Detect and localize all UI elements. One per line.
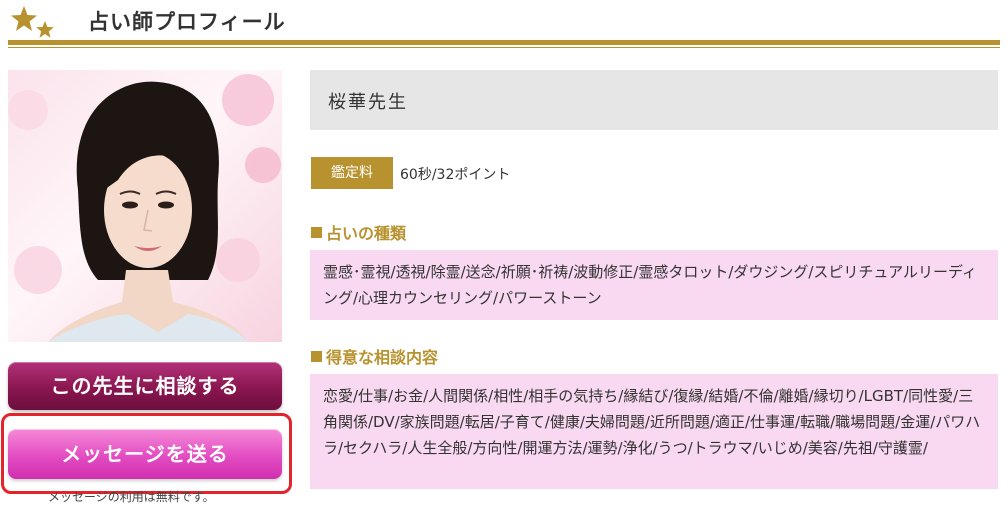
- consult-button[interactable]: この先生に相談する: [8, 362, 282, 410]
- fee-value: 60秒/32ポイント: [400, 167, 511, 183]
- square-bullet-icon: [311, 227, 322, 238]
- specialty-box: 恋愛/仕事/お金/人間関係/相性/相手の気持ち/縁結び/復縁/結婚/不倫/離婚/…: [310, 374, 998, 489]
- message-note: メッセージの利用は無料です。: [48, 490, 215, 504]
- types-text: 霊感･霊視/透視/除霊/送念/祈願･祈祷/波動修正/霊感タロット/ダウジング/ス…: [323, 263, 977, 307]
- fee-badge: 鑑定料: [311, 157, 393, 189]
- section-heading-types: 占いの種類: [311, 220, 406, 244]
- stars-icon: [11, 6, 54, 38]
- header-divider: [8, 40, 1000, 45]
- section-heading-specialty-label: 得意な相談内容: [326, 348, 439, 367]
- square-bullet-icon: [311, 351, 322, 362]
- section-heading-types-label: 占いの種類: [326, 224, 407, 243]
- specialty-text: 恋愛/仕事/お金/人間関係/相性/相手の気持ち/縁結び/復縁/結婚/不倫/離婚/…: [323, 387, 981, 457]
- types-box: 霊感･霊視/透視/除霊/送念/祈願･祈祷/波動修正/霊感タロット/ダウジング/ス…: [310, 250, 998, 320]
- header-divider-thin: [8, 47, 1000, 48]
- send-message-button[interactable]: メッセージを送る: [8, 429, 282, 479]
- fortune-teller-photo: [8, 70, 282, 342]
- page-title: 占い師プロフィール: [88, 10, 286, 34]
- page-header: 占い師プロフィール: [0, 0, 1008, 48]
- name-bar: 桜華先生: [310, 70, 998, 130]
- fortune-teller-name: 桜華先生: [328, 92, 408, 113]
- section-heading-specialty: 得意な相談内容: [311, 344, 438, 368]
